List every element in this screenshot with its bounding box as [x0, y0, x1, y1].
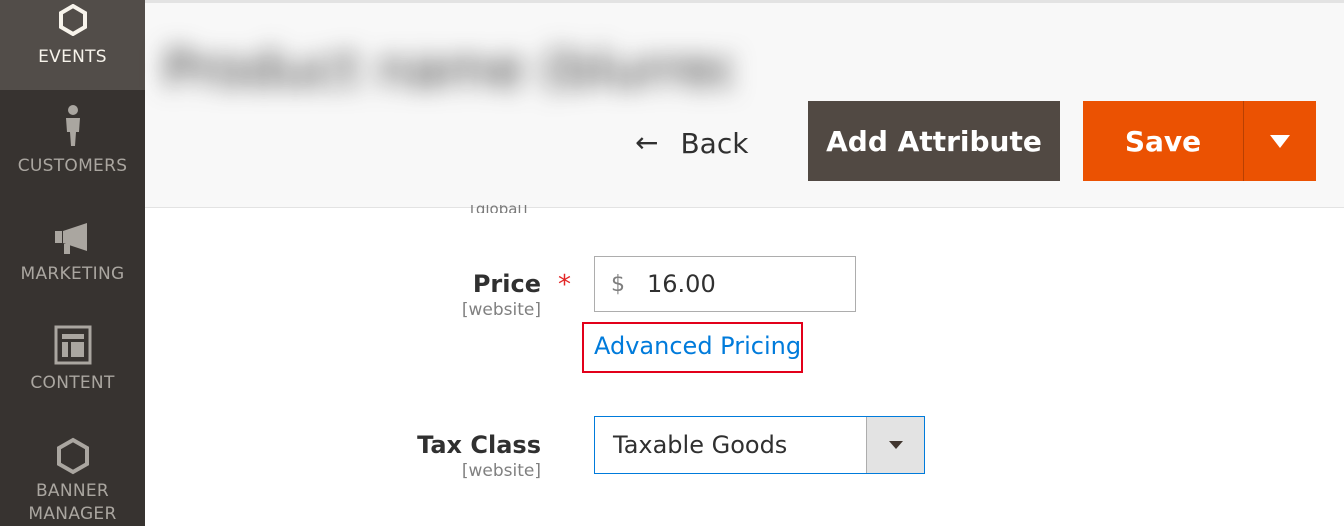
tax-class-value: Taxable Goods — [613, 431, 788, 459]
add-attribute-button[interactable]: Add Attribute — [808, 101, 1060, 181]
admin-sidebar: EVENTS CUSTOMERS MARKETING CONTENT BANNE… — [0, 0, 145, 526]
previous-field-scope: [global] — [470, 205, 527, 213]
tax-class-label: Tax Class — [417, 431, 541, 459]
hexagon-icon — [0, 4, 145, 36]
price-input[interactable] — [645, 269, 839, 299]
sidebar-item-events[interactable]: EVENTS — [0, 0, 145, 90]
sidebar-item-label: CONTENT — [30, 373, 115, 393]
sidebar-item-label: EVENTS — [38, 47, 107, 67]
back-button[interactable]: ← Back — [635, 121, 748, 165]
page-header: Product name (blurred) ← Back Add Attrib… — [145, 0, 1344, 208]
caret-down-icon — [888, 441, 903, 449]
tax-class-scope: [website] — [461, 461, 541, 481]
tax-class-select[interactable]: Taxable Goods — [594, 416, 925, 474]
person-icon — [0, 104, 145, 148]
back-button-label: Back — [680, 126, 749, 160]
megaphone-icon — [0, 222, 145, 256]
currency-symbol: $ — [611, 271, 625, 297]
arrow-left-icon: ← — [635, 126, 659, 159]
required-indicator: * — [558, 270, 571, 300]
save-button[interactable]: Save — [1083, 101, 1243, 181]
price-scope: [website] — [461, 300, 541, 320]
page-title: Product name (blurred) — [163, 40, 733, 100]
sidebar-item-label: CUSTOMERS — [17, 156, 128, 176]
sidebar-item-label: BANNER — [35, 481, 110, 501]
sidebar-item-customers[interactable]: CUSTOMERS — [0, 100, 145, 190]
layout-icon — [0, 325, 145, 365]
caret-down-icon — [1270, 134, 1290, 148]
save-options-toggle[interactable] — [1243, 101, 1316, 181]
add-attribute-label: Add Attribute — [826, 124, 1042, 158]
price-field: $ — [594, 256, 856, 312]
sidebar-item-label: MARKETING — [20, 264, 125, 284]
sidebar-item-marketing[interactable]: MARKETING — [0, 210, 145, 300]
price-label: Price — [472, 270, 541, 298]
save-button-label: Save — [1124, 124, 1202, 158]
sidebar-item-label-line2: MANAGER — [28, 504, 117, 524]
sidebar-item-content[interactable]: CONTENT — [0, 318, 145, 408]
hexagon-icon — [0, 437, 145, 475]
advanced-pricing-link[interactable]: Advanced Pricing — [594, 332, 801, 360]
select-arrow[interactable] — [866, 417, 924, 473]
sidebar-item-banner-manager[interactable]: BANNER MANAGER — [0, 430, 145, 526]
